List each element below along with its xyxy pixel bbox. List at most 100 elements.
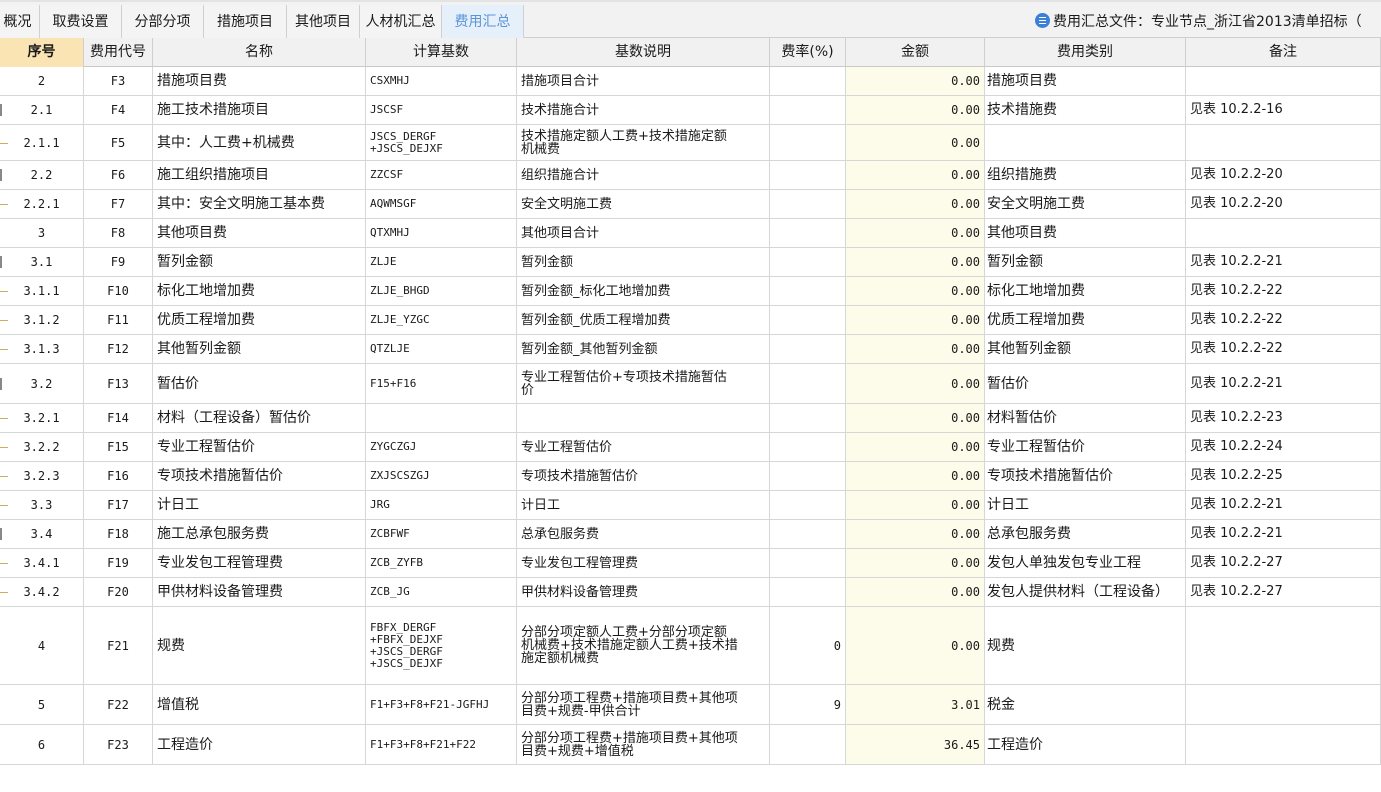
cell-base[interactable]: ZXJSCSZGJ bbox=[366, 462, 517, 490]
cell-amount[interactable]: 0.00 bbox=[846, 433, 985, 461]
cell-rate[interactable] bbox=[770, 335, 846, 363]
cell-note[interactable]: 见表 10.2.2-21 bbox=[1186, 491, 1381, 519]
cell-amount[interactable]: 0.00 bbox=[846, 96, 985, 124]
cell-type[interactable]: 措施项目费 bbox=[985, 67, 1186, 95]
cell-type[interactable]: 专业工程暂估价 bbox=[985, 433, 1186, 461]
cell-name[interactable]: 材料（工程设备）暂估价 bbox=[153, 404, 366, 432]
cell-seq[interactable]: 3.4.2 bbox=[0, 578, 84, 606]
cell-code[interactable]: F11 bbox=[84, 306, 153, 334]
cell-rate[interactable] bbox=[770, 578, 846, 606]
cell-rate[interactable] bbox=[770, 520, 846, 548]
cell-desc[interactable]: 专项技术措施暂估价 bbox=[517, 462, 770, 490]
cell-code[interactable]: F22 bbox=[84, 685, 153, 724]
cell-type[interactable]: 材料暂估价 bbox=[985, 404, 1186, 432]
cell-seq[interactable]: 4 bbox=[0, 607, 84, 684]
cell-rate[interactable] bbox=[770, 96, 846, 124]
cell-desc[interactable]: 措施项目合计 bbox=[517, 67, 770, 95]
cell-note[interactable] bbox=[1186, 725, 1381, 764]
table-row[interactable]: 3.1 F9 暂列金额 ZLJE 暂列金额 0.00 暂列金额 见表 10.2.2-21 bbox=[0, 248, 1381, 277]
cell-type[interactable]: 发包人单独发包专业工程 bbox=[985, 549, 1186, 577]
table-row[interactable]: 3.3 F17 计日工 JRG 计日工 0.00 计日工 见表 10.2.2-21 bbox=[0, 491, 1381, 520]
cell-amount[interactable]: 0.00 bbox=[846, 607, 985, 684]
header-name[interactable]: 名称 bbox=[153, 38, 366, 67]
cell-seq[interactable]: 2.2 bbox=[0, 161, 84, 189]
table-row[interactable]: 2.2.1 F7 其中：安全文明施工基本费 AQWMSGF 安全文明施工费 0.00 安全文… bbox=[0, 190, 1381, 219]
cell-note[interactable] bbox=[1186, 67, 1381, 95]
cell-type[interactable]: 计日工 bbox=[985, 491, 1186, 519]
cell-desc[interactable]: 暂列金额 bbox=[517, 248, 770, 276]
cell-base[interactable]: F1+F3+F8+F21+F22 bbox=[366, 725, 517, 764]
cell-amount[interactable]: 0.00 bbox=[846, 67, 985, 95]
header-base-desc[interactable]: 基数说明 bbox=[517, 38, 770, 67]
cell-note[interactable]: 见表 10.2.2-24 bbox=[1186, 433, 1381, 461]
cell-type[interactable]: 暂估价 bbox=[985, 364, 1186, 403]
cell-type[interactable]: 工程造价 bbox=[985, 725, 1186, 764]
cell-type[interactable]: 其他项目费 bbox=[985, 219, 1186, 247]
cell-code[interactable]: F10 bbox=[84, 277, 153, 305]
cell-name[interactable]: 专业发包工程管理费 bbox=[153, 549, 366, 577]
cell-desc[interactable]: 专业工程暂估价 bbox=[517, 433, 770, 461]
cell-name[interactable]: 增值税 bbox=[153, 685, 366, 724]
header-base[interactable]: 计算基数 bbox=[366, 38, 517, 67]
cell-amount[interactable]: 0.00 bbox=[846, 277, 985, 305]
cell-base[interactable]: ZCB_ZYFB bbox=[366, 549, 517, 577]
cell-base[interactable]: ZCB_JG bbox=[366, 578, 517, 606]
table-row[interactable]: 2.1.1 F5 其中：人工费+机械费 JSCS_DERGF +JSCS_DEJXF 技… bbox=[0, 125, 1381, 161]
cell-rate[interactable] bbox=[770, 306, 846, 334]
cell-note[interactable]: 见表 10.2.2-21 bbox=[1186, 364, 1381, 403]
cell-seq[interactable]: 3.2.2 bbox=[0, 433, 84, 461]
cell-rate[interactable] bbox=[770, 462, 846, 490]
cell-note[interactable]: 见表 10.2.2-21 bbox=[1186, 248, 1381, 276]
tab-fee-summary[interactable]: 费用汇总 bbox=[442, 5, 524, 39]
cell-desc[interactable]: 暂列金额_优质工程增加费 bbox=[517, 306, 770, 334]
cell-type[interactable]: 发包人提供材料（工程设备） bbox=[985, 578, 1186, 606]
header-rate[interactable]: 费率(%) bbox=[770, 38, 846, 67]
table-row[interactable]: 3.1.3 F12 其他暂列金额 QTZLJE 暂列金额_其他暂列金额 0.00 其他暂列金… bbox=[0, 335, 1381, 364]
table-row[interactable]: 3.4.1 F19 专业发包工程管理费 ZCB_ZYFB 专业发包工程管理费 0.00 发包… bbox=[0, 549, 1381, 578]
table-row[interactable]: 4 F21 规费 FBFX_DERGF +FBFX_DEJXF +JSCS_DERGF… bbox=[0, 607, 1381, 685]
cell-amount[interactable]: 36.45 bbox=[846, 725, 985, 764]
cell-rate[interactable] bbox=[770, 404, 846, 432]
cell-desc[interactable] bbox=[517, 404, 770, 432]
cell-desc[interactable]: 专业工程暂估价+专项技术措施暂估 价 bbox=[517, 364, 770, 403]
cell-name[interactable]: 施工组织措施项目 bbox=[153, 161, 366, 189]
cell-name[interactable]: 其中：人工费+机械费 bbox=[153, 125, 366, 160]
cell-base[interactable]: ZLJE_BHGD bbox=[366, 277, 517, 305]
cell-code[interactable]: F9 bbox=[84, 248, 153, 276]
cell-rate[interactable] bbox=[770, 125, 846, 160]
cell-seq[interactable]: 2.1.1 bbox=[0, 125, 84, 160]
cell-name[interactable]: 其中：安全文明施工基本费 bbox=[153, 190, 366, 218]
cell-base[interactable]: JSCS_DERGF +JSCS_DEJXF bbox=[366, 125, 517, 160]
cell-seq[interactable]: 3.1.2 bbox=[0, 306, 84, 334]
cell-code[interactable]: F23 bbox=[84, 725, 153, 764]
header-type[interactable]: 费用类别 bbox=[985, 38, 1186, 67]
cell-seq[interactable]: 3 bbox=[0, 219, 84, 247]
cell-base[interactable]: QTZLJE bbox=[366, 335, 517, 363]
cell-type[interactable]: 专项技术措施暂估价 bbox=[985, 462, 1186, 490]
table-row[interactable]: 3 F8 其他项目费 QTXMHJ 其他项目合计 0.00 其他项目费 bbox=[0, 219, 1381, 248]
cell-rate[interactable] bbox=[770, 219, 846, 247]
cell-name[interactable]: 其他暂列金额 bbox=[153, 335, 366, 363]
cell-rate[interactable] bbox=[770, 549, 846, 577]
tab-labor-material-summary[interactable]: 人材机汇总 bbox=[360, 5, 442, 39]
cell-seq[interactable]: 6 bbox=[0, 725, 84, 764]
cell-rate[interactable] bbox=[770, 67, 846, 95]
cell-name[interactable]: 计日工 bbox=[153, 491, 366, 519]
cell-code[interactable]: F17 bbox=[84, 491, 153, 519]
cell-name[interactable]: 暂列金额 bbox=[153, 248, 366, 276]
cell-type[interactable]: 规费 bbox=[985, 607, 1186, 684]
cell-base[interactable]: CSXMHJ bbox=[366, 67, 517, 95]
cell-amount[interactable]: 0.00 bbox=[846, 549, 985, 577]
cell-desc[interactable]: 专业发包工程管理费 bbox=[517, 549, 770, 577]
cell-base[interactable]: QTXMHJ bbox=[366, 219, 517, 247]
cell-desc[interactable]: 甲供材料设备管理费 bbox=[517, 578, 770, 606]
cell-base[interactable]: ZLJE bbox=[366, 248, 517, 276]
cell-note[interactable]: 见表 10.2.2-16 bbox=[1186, 96, 1381, 124]
cell-rate[interactable] bbox=[770, 433, 846, 461]
cell-base[interactable]: ZZCSF bbox=[366, 161, 517, 189]
cell-note[interactable]: 见表 10.2.2-25 bbox=[1186, 462, 1381, 490]
header-seq[interactable]: 序号 bbox=[0, 38, 84, 67]
cell-desc[interactable]: 暂列金额_其他暂列金额 bbox=[517, 335, 770, 363]
cell-note[interactable]: 见表 10.2.2-20 bbox=[1186, 161, 1381, 189]
cell-amount[interactable]: 0.00 bbox=[846, 578, 985, 606]
